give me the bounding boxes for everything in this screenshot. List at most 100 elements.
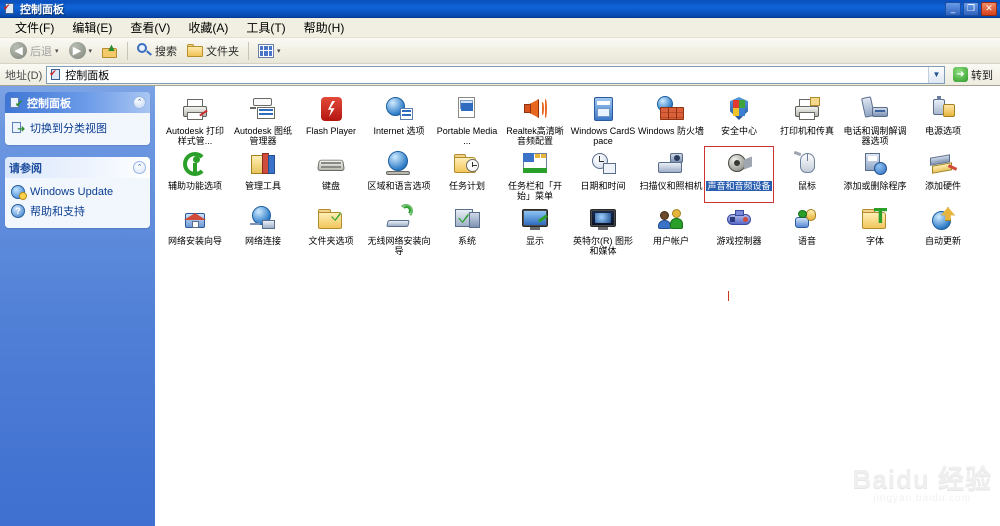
- address-input[interactable]: ✔ 控制面板 ▼: [46, 65, 945, 84]
- control-panel-item-label: 管理工具: [244, 181, 281, 191]
- internet-options-icon: [384, 95, 414, 123]
- control-panel-item[interactable]: 语音: [773, 202, 841, 257]
- control-panel-item[interactable]: 无线网络安装向导: [365, 202, 433, 257]
- window-title: 控制面板: [20, 3, 64, 16]
- control-panel-item[interactable]: Internet 选项: [365, 92, 433, 147]
- control-panel-item-label: 英特尔(R) 图形和媒体: [573, 236, 633, 256]
- control-panel-item-label: 字体: [865, 236, 884, 246]
- menu-file[interactable]: 文件(F): [6, 17, 63, 38]
- menu-view[interactable]: 查看(V): [121, 17, 179, 38]
- control-panel-item[interactable]: Autodesk 打印样式管...: [161, 92, 229, 147]
- control-panel-item[interactable]: 任务计划: [433, 147, 501, 202]
- control-panel-item[interactable]: 电话和调制解调器选项: [841, 92, 909, 147]
- go-arrow-icon: ➜: [953, 67, 968, 82]
- control-panel-item[interactable]: 日期和时间: [569, 147, 637, 202]
- search-button[interactable]: 搜索: [132, 40, 182, 62]
- back-button[interactable]: ◀ 后退 ▾: [5, 40, 64, 62]
- views-button[interactable]: ▾: [253, 40, 286, 62]
- sidebar-link-help-support[interactable]: ? 帮助和支持: [11, 201, 145, 221]
- watermark-sub: jingyan.baidu.com: [873, 493, 972, 504]
- close-button[interactable]: ✕: [981, 1, 997, 16]
- menu-edit[interactable]: 编辑(E): [63, 17, 121, 38]
- window-body: ✔ 控制面板 ⌃ ➜ 切换到分类视图 请参阅 ⌃ Windows Update …: [0, 86, 1000, 526]
- panel-header[interactable]: 请参阅 ⌃: [5, 157, 150, 178]
- control-panel-item[interactable]: 扫描仪和照相机: [637, 147, 705, 202]
- menu-favorites[interactable]: 收藏(A): [179, 17, 237, 38]
- sidebar-link-switch-view[interactable]: ➜ 切换到分类视图: [11, 118, 145, 138]
- text-caret: [728, 291, 729, 301]
- folder-options-icon: [316, 205, 346, 233]
- control-panel-items-pane: Autodesk 打印样式管... Autodesk 图纸管理器 Flash Pla…: [155, 86, 1000, 526]
- control-panel-item[interactable]: 显示: [501, 202, 569, 257]
- control-panel-item[interactable]: 辅助功能选项: [161, 147, 229, 202]
- watermark: Baidu 经验 jingyan.baidu.com: [853, 466, 992, 504]
- control-panel-item[interactable]: 添加硬件: [909, 147, 977, 202]
- control-panel-item[interactable]: 声音和音频设备: [704, 146, 774, 203]
- menu-tools[interactable]: 工具(T): [237, 17, 294, 38]
- control-panel-item[interactable]: Realtek高清晰音频配置: [501, 92, 569, 147]
- item-icon-wrapper: [247, 94, 279, 124]
- control-panel-item[interactable]: 文件夹选项: [297, 202, 365, 257]
- control-panel-item[interactable]: Portable Media ...: [433, 92, 501, 147]
- control-panel-item[interactable]: 键盘: [297, 147, 365, 202]
- maximize-button[interactable]: ❐: [963, 1, 979, 16]
- collapse-chevron-icon[interactable]: ⌃: [133, 161, 146, 174]
- control-panel-item-label: Windows CardSpace: [570, 126, 636, 146]
- control-panel-item[interactable]: 区域和语言选项: [365, 147, 433, 202]
- control-panel-item[interactable]: 自动更新: [909, 202, 977, 257]
- item-icon-wrapper: [451, 149, 483, 179]
- control-panel-item[interactable]: 电源选项: [909, 92, 977, 147]
- collapse-chevron-icon[interactable]: ⌃: [133, 96, 146, 109]
- control-panel-window: ✔ 控制面板 _ ❐ ✕ 文件(F) 编辑(E) 查看(V) 收藏(A) 工具(…: [0, 0, 1000, 526]
- folders-button[interactable]: 文件夹: [182, 40, 244, 62]
- admin-tools-icon: [248, 150, 278, 178]
- control-panel-item[interactable]: 网络连接: [229, 202, 297, 257]
- watermark-main: Baidu 经验: [852, 464, 992, 494]
- control-panel-item[interactable]: 字体: [841, 202, 909, 257]
- control-panel-item[interactable]: 游戏控制器: [705, 202, 773, 257]
- control-panel-item[interactable]: 英特尔(R) 图形和媒体: [569, 202, 637, 257]
- control-panel-item[interactable]: 添加或删除程序: [841, 147, 909, 202]
- control-panel-item[interactable]: Flash Player: [297, 92, 365, 147]
- up-folder-icon: ▲: [102, 42, 118, 59]
- keyboard-icon: [316, 150, 346, 178]
- sidebar: ✔ 控制面板 ⌃ ➜ 切换到分类视图 请参阅 ⌃ Windows Update …: [0, 86, 155, 526]
- control-panel-item[interactable]: 网络安装向导: [161, 202, 229, 257]
- control-panel-item[interactable]: 管理工具: [229, 147, 297, 202]
- minimize-button[interactable]: _: [945, 1, 961, 16]
- forward-button[interactable]: ▶ ▾: [64, 40, 98, 62]
- views-icon: [258, 43, 275, 58]
- control-panel-item[interactable]: 系统: [433, 202, 501, 257]
- control-panel-item[interactable]: Autodesk 图纸管理器: [229, 92, 297, 147]
- control-panel-item-label: 添加或删除程序: [843, 181, 907, 191]
- control-panel-item[interactable]: 打印机和传真: [773, 92, 841, 147]
- item-icon-wrapper: [179, 94, 211, 124]
- address-dropdown-button[interactable]: ▼: [928, 66, 944, 83]
- menu-help[interactable]: 帮助(H): [295, 17, 354, 38]
- toolbar: ◀ 后退 ▾ ▶ ▾ ▲ 搜索 文件夹 ▾: [0, 38, 1000, 64]
- windows-update-icon: [11, 185, 27, 200]
- up-button[interactable]: ▲: [97, 40, 123, 62]
- control-panel-item-label: 电话和调制解调器选项: [843, 126, 907, 146]
- item-icon-wrapper: [519, 94, 551, 124]
- control-panel-item-label: 显示: [525, 236, 544, 246]
- item-icon-wrapper: [519, 149, 551, 179]
- control-panel-item[interactable]: 安全中心: [705, 92, 773, 147]
- back-arrow-icon: ◀: [10, 42, 27, 59]
- scanners-cameras-icon: [656, 150, 686, 178]
- sidebar-link-windows-update[interactable]: Windows Update: [11, 183, 145, 201]
- control-panel-item-label: Flash Player: [305, 126, 357, 136]
- item-icon-wrapper: [723, 204, 755, 234]
- go-button[interactable]: ➜ 转到: [949, 65, 997, 84]
- control-panel-item[interactable]: Windows 防火墙: [637, 92, 705, 147]
- control-panel-item[interactable]: 用户帐户: [637, 202, 705, 257]
- control-panel-item[interactable]: 任务栏和「开始」菜单: [501, 147, 569, 202]
- add-hardware-icon: [928, 150, 958, 178]
- item-icon-wrapper: [247, 149, 279, 179]
- control-panel-item[interactable]: Windows CardSpace: [569, 92, 637, 147]
- control-panel-item-label: 日期和时间: [580, 181, 626, 191]
- panel-header[interactable]: ✔ 控制面板 ⌃: [5, 92, 150, 113]
- forward-arrow-icon: ▶: [68, 42, 86, 59]
- mouse-icon: [792, 150, 822, 178]
- control-panel-item[interactable]: 鼠标: [773, 147, 841, 202]
